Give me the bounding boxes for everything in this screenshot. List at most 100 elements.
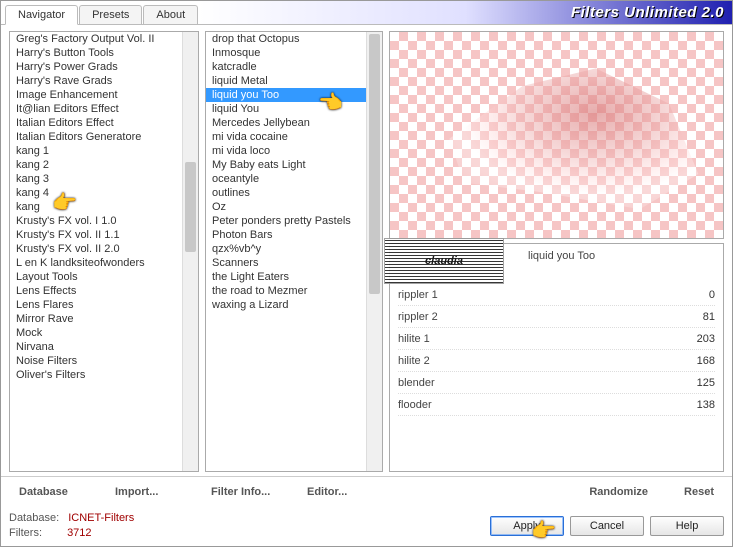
scroll-thumb[interactable] (185, 162, 196, 252)
param-slider[interactable] (488, 376, 679, 390)
reset-button[interactable]: Reset (664, 483, 724, 501)
filter-item[interactable]: Oz (206, 200, 382, 214)
filter-item[interactable]: katcradle (206, 60, 382, 74)
param-value: 81 (679, 311, 715, 323)
filter-item[interactable]: Scanners (206, 256, 382, 270)
params-panel: claudia liquid you Too rippler 10rippler… (389, 243, 724, 472)
category-item[interactable]: Krusty's FX vol. I 1.0 (10, 214, 198, 228)
app-title: Filters Unlimited 2.0 (571, 4, 724, 21)
filter-info-button[interactable]: Filter Info... (201, 483, 291, 501)
param-slider[interactable] (488, 354, 679, 368)
category-list-inner: Greg's Factory Output Vol. IIHarry's But… (10, 32, 198, 471)
footer-filters-label: Filters: (9, 527, 42, 539)
category-item[interactable]: Italian Editors Effect (10, 116, 198, 130)
param-label: flooder (398, 399, 488, 411)
category-item[interactable]: Oliver's Filters (10, 368, 198, 382)
tab-navigator[interactable]: Navigator (5, 5, 78, 25)
category-item[interactable]: kang (10, 200, 198, 214)
category-list[interactable]: Greg's Factory Output Vol. IIHarry's But… (9, 31, 199, 472)
filter-item[interactable]: drop that Octopus (206, 32, 382, 46)
right-panel: claudia liquid you Too rippler 10rippler… (389, 31, 724, 472)
editor-button[interactable]: Editor... (297, 483, 387, 501)
category-item[interactable]: kang 4 (10, 186, 198, 200)
filter-item[interactable]: liquid You (206, 102, 382, 116)
title-bar: Navigator Presets About Filters Unlimite… (1, 1, 732, 25)
filter-scrollbar[interactable] (366, 32, 382, 471)
preview-effect (420, 42, 713, 218)
param-value: 125 (679, 377, 715, 389)
filter-item[interactable]: liquid you Too (206, 88, 382, 102)
randomize-button[interactable]: Randomize (568, 483, 658, 501)
filter-item[interactable]: My Baby eats Light (206, 158, 382, 172)
category-item[interactable]: Lens Effects (10, 284, 198, 298)
param-row: rippler 2 81 (398, 306, 715, 328)
filter-item[interactable]: Peter ponders pretty Pastels (206, 214, 382, 228)
category-item[interactable]: Harry's Power Grads (10, 60, 198, 74)
category-item[interactable]: Krusty's FX vol. II 2.0 (10, 242, 198, 256)
import-button[interactable]: Import... (105, 483, 195, 501)
main-area: Greg's Factory Output Vol. IIHarry's But… (1, 25, 732, 476)
footer-db-label: Database: (9, 512, 59, 524)
category-item[interactable]: kang 2 (10, 158, 198, 172)
category-item[interactable]: kang 1 (10, 144, 198, 158)
category-item[interactable]: Harry's Rave Grads (10, 74, 198, 88)
category-item[interactable]: L en K landksiteofwonders (10, 256, 198, 270)
filter-list[interactable]: drop that OctopusInmosquekatcradleliquid… (205, 31, 383, 472)
help-button[interactable]: Help (650, 516, 724, 536)
param-slider[interactable] (488, 288, 679, 302)
category-item[interactable]: Greg's Factory Output Vol. II (10, 32, 198, 46)
category-item[interactable]: Noise Filters (10, 354, 198, 368)
category-item[interactable]: Layout Tools (10, 270, 198, 284)
param-slider[interactable] (488, 332, 679, 346)
filter-item[interactable]: Inmosque (206, 46, 382, 60)
filter-item[interactable]: mi vida loco (206, 144, 382, 158)
category-item[interactable]: kang 3 (10, 172, 198, 186)
category-item[interactable]: Krusty's FX vol. II 1.1 (10, 228, 198, 242)
param-value: 0 (679, 289, 715, 301)
watermark-badge: claudia (384, 238, 504, 284)
param-row: flooder138 (398, 394, 715, 416)
filter-list-inner: drop that OctopusInmosquekatcradleliquid… (206, 32, 382, 471)
cancel-button[interactable]: Cancel (570, 516, 644, 536)
param-label: blender (398, 377, 488, 389)
category-item[interactable]: Harry's Button Tools (10, 46, 198, 60)
filter-item[interactable]: the road to Mezmer (206, 284, 382, 298)
category-item[interactable]: Italian Editors Generatore (10, 130, 198, 144)
category-item[interactable]: It@lian Editors Effect (10, 102, 198, 116)
category-item[interactable]: Nirvana (10, 340, 198, 354)
category-item[interactable]: Image Enhancement (10, 88, 198, 102)
category-item[interactable]: Mirror Rave (10, 312, 198, 326)
param-label: rippler 2 (398, 311, 488, 323)
filter-item[interactable]: liquid Metal (206, 74, 382, 88)
category-scrollbar[interactable] (182, 32, 198, 471)
param-slider[interactable] (488, 398, 679, 412)
category-item[interactable]: Lens Flares (10, 298, 198, 312)
apply-button[interactable]: Apply (490, 516, 564, 536)
footer-info: Database: ICNET-Filters Filters: 3712 (9, 511, 134, 540)
footer: Database: ICNET-Filters Filters: 3712 Ap… (1, 507, 732, 546)
param-row: blender 125 (398, 372, 715, 394)
filter-item[interactable]: waxing a Lizard (206, 298, 382, 312)
filter-item[interactable]: the Light Eaters (206, 270, 382, 284)
param-row: rippler 10 (398, 284, 715, 306)
filter-item[interactable]: qzx%vb^y (206, 242, 382, 256)
preview-pane (389, 31, 724, 239)
filter-item[interactable]: Photon Bars (206, 228, 382, 242)
filter-item[interactable]: Mercedes Jellybean (206, 116, 382, 130)
param-label: hilite 1 (398, 333, 488, 345)
param-row: hilite 1203 (398, 328, 715, 350)
filter-item[interactable]: oceantyle (206, 172, 382, 186)
category-item[interactable]: Mock (10, 326, 198, 340)
param-slider[interactable] (488, 310, 679, 324)
param-value: 168 (679, 355, 715, 367)
database-button[interactable]: Database (9, 483, 99, 501)
filter-item[interactable]: outlines (206, 186, 382, 200)
param-rows: rippler 10 rippler 2 81 hilite 1203 hilite 2… (398, 284, 715, 416)
param-label: hilite 2 (398, 355, 488, 367)
scroll-thumb[interactable] (369, 34, 380, 294)
filter-item[interactable]: mi vida cocaine (206, 130, 382, 144)
app-window: Navigator Presets About Filters Unlimite… (0, 0, 733, 547)
tab-about[interactable]: About (143, 5, 198, 24)
footer-db-value: ICNET-Filters (68, 512, 134, 524)
tab-presets[interactable]: Presets (79, 5, 142, 24)
